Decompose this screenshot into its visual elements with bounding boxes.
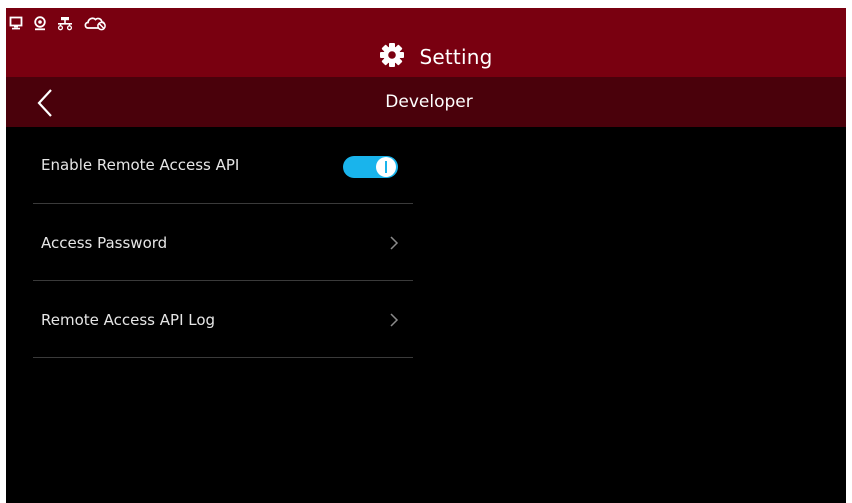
remote-access-api-toggle[interactable] <box>343 156 398 178</box>
back-button[interactable] <box>34 89 58 117</box>
setting-label: Remote Access API Log <box>41 310 216 329</box>
section-title: Developer <box>385 92 473 112</box>
monitor-icon <box>9 16 23 30</box>
page-title: Setting <box>379 42 492 72</box>
chevron-right-icon <box>389 204 399 281</box>
network-icon <box>57 16 73 31</box>
app-window: Setting Developer Enable Remote Access A… <box>6 8 846 503</box>
page-title-text: Setting <box>419 45 493 69</box>
chevron-right-icon <box>389 281 399 358</box>
status-bar <box>9 12 109 34</box>
toggle-knob <box>376 157 396 177</box>
setting-row-enable-remote-access-api: Enable Remote Access API <box>33 127 413 204</box>
setting-label: Enable Remote Access API <box>41 156 240 174</box>
webcam-icon <box>33 15 47 31</box>
gear-icon <box>379 42 405 72</box>
chevron-left-icon <box>37 89 52 117</box>
cloud-off-icon <box>83 15 109 31</box>
setting-label: Access Password <box>41 233 168 252</box>
page-title-bar: Setting <box>6 42 846 72</box>
settings-list: Enable Remote Access API Access Password… <box>33 127 413 358</box>
title-bar: Setting <box>6 8 846 77</box>
sub-header: Developer <box>6 77 846 127</box>
setting-row-access-password[interactable]: Access Password <box>33 204 413 281</box>
setting-row-remote-access-api-log[interactable]: Remote Access API Log <box>33 281 413 358</box>
